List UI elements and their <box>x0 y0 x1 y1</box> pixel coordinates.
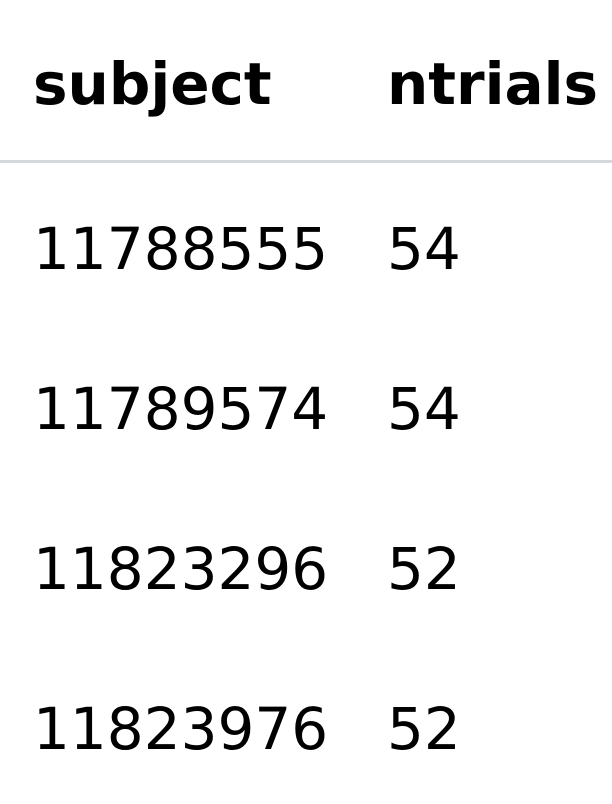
column-header-subject[interactable]: subject <box>33 50 272 118</box>
cell-ntrials: 54 <box>387 375 461 443</box>
cell-ntrials: 52 <box>387 695 461 763</box>
table-row: 11789574 54 <box>0 323 612 483</box>
cell-subject: 11788555 <box>33 215 329 283</box>
cell-subject: 11823976 <box>33 695 329 763</box>
column-header-ntrials[interactable]: ntrials <box>387 50 598 118</box>
data-table: subject ntrials 11788555 54 11789574 54 … <box>0 0 612 804</box>
cell-ntrials: 52 <box>387 535 461 603</box>
table-row: 11788555 54 <box>0 163 612 323</box>
table-row: 11823296 52 <box>0 483 612 643</box>
cell-subject: 11789574 <box>33 375 329 443</box>
table-row: 11823976 52 <box>0 643 612 803</box>
table-header: subject ntrials <box>0 0 612 163</box>
cell-ntrials: 54 <box>387 215 461 283</box>
cell-subject: 11823296 <box>33 535 329 603</box>
